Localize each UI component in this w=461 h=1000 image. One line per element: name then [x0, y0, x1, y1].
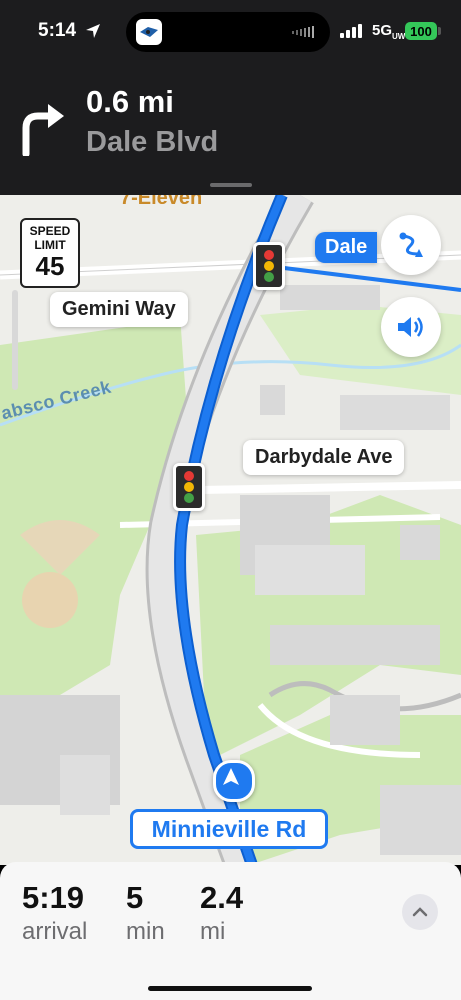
traffic-light-icon [253, 242, 285, 290]
voice-volume-button[interactable] [381, 297, 441, 357]
turn-right-icon [22, 104, 64, 156]
route-overview-button[interactable] [381, 215, 441, 275]
arrival-time: 5:19 [22, 880, 85, 915]
traffic-light-icon [173, 463, 205, 511]
network-type: 5GUW [372, 22, 406, 41]
speed-limit-sign: SPEED LIMIT 45 [20, 218, 80, 288]
app-icon [136, 19, 162, 45]
trip-summary-card[interactable]: 5:19 arrival 5 min 2.4 mi [0, 862, 461, 1000]
current-road-label: Minnieville Rd [130, 809, 328, 849]
street-callout-dale[interactable]: Dale [315, 232, 378, 263]
duration-stat: 5 min [126, 880, 165, 948]
cellular-signal-icon [340, 24, 362, 38]
battery-tip [438, 27, 441, 35]
home-indicator[interactable] [148, 986, 312, 991]
poi-7-eleven[interactable]: 7-Eleven [120, 195, 202, 210]
duration-value: 5 [126, 880, 144, 915]
speed-limit-label-1: SPEED [29, 224, 71, 238]
user-location-arrow-icon [213, 760, 255, 802]
speed-limit-value: 45 [35, 251, 65, 281]
speed-limit-label-2: LIMIT [34, 238, 66, 252]
distance-stat: 2.4 mi [200, 880, 243, 948]
location-arrow-icon [86, 24, 100, 38]
activity-waveform-icon [292, 26, 314, 38]
arrival-stat: 5:19 arrival [22, 880, 87, 948]
street-callout-gemini-way[interactable]: Gemini Way [50, 292, 188, 327]
duration-label: min [126, 918, 165, 945]
chevron-up-icon [412, 907, 428, 917]
maneuver-street: Dale Blvd [86, 126, 219, 158]
battery-indicator: 100 [405, 22, 437, 40]
dynamic-island[interactable] [126, 12, 330, 52]
street-callout-darbydale-ave[interactable]: Darbydale Ave [243, 440, 405, 475]
distance-label: mi [200, 918, 226, 945]
arrival-label: arrival [22, 918, 88, 945]
route-icon [399, 232, 423, 257]
speaker-icon [398, 317, 423, 337]
expand-trip-button[interactable] [402, 894, 438, 930]
status-time: 5:14 [38, 20, 77, 41]
distance-value: 2.4 [200, 880, 244, 915]
maneuver-distance: 0.6 mi [86, 84, 174, 119]
speed-gauge [12, 290, 18, 390]
navigation-banner[interactable]: 0.6 mi Dale Blvd [0, 70, 461, 195]
banner-grabber[interactable] [210, 183, 252, 187]
status-bar: 5:14 5GUW 100 [0, 0, 461, 70]
